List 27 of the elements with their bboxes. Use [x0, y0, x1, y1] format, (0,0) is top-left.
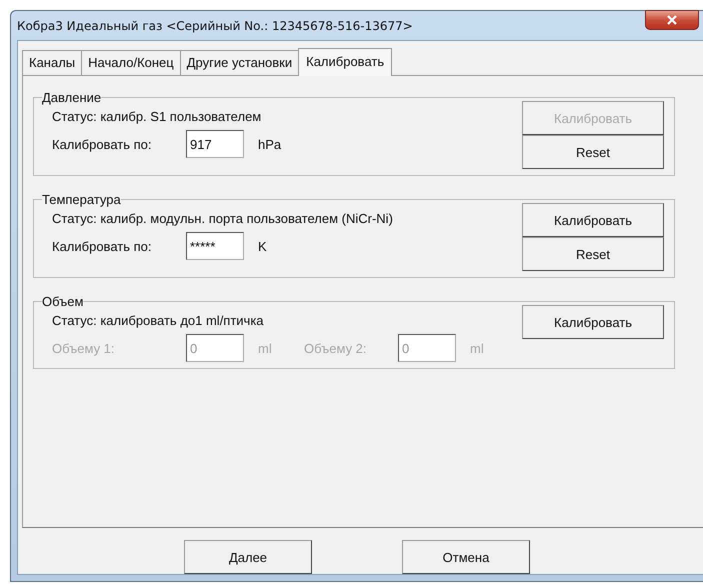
status-text: Статус: калибровать до1 ml/птичка [52, 313, 265, 328]
calibration-button[interactable]: Reset [522, 135, 664, 169]
calibration-button[interactable]: Калибровать [522, 305, 664, 339]
unit-label: K [258, 238, 268, 254]
field-label: Калибровать по: [52, 238, 152, 254]
dialog-button[interactable]: Далее [184, 540, 312, 574]
unit-label: ml [470, 340, 485, 356]
unit-label: ml [258, 340, 273, 356]
value-field[interactable]: ***** [186, 232, 244, 260]
field-label: Объему 2: [304, 340, 368, 356]
unit-label: hPa [258, 136, 282, 152]
window-title: Кобра3 Идеальный газ <Серийный No.: 12345678-516-13677> [17, 18, 413, 32]
calibration-button[interactable]: Reset [522, 237, 664, 271]
value-field[interactable]: 917 [186, 130, 244, 158]
close-button[interactable] [645, 10, 699, 30]
field-label: Калибровать по: [52, 136, 152, 152]
tab[interactable]: Калибровать [298, 48, 392, 76]
close-icon [667, 15, 677, 25]
status-text: Статус: калибр. S1 пользователем [52, 109, 262, 124]
group-title: Объем [42, 294, 84, 309]
group-title: Температура [42, 192, 121, 207]
group-title: Давление [42, 90, 102, 105]
status-text: Статус: калибр. модульн. порта пользователем (NiCr-Ni) [52, 211, 393, 226]
dialog-button[interactable]: Отмена [402, 540, 530, 574]
calibration-button[interactable]: Калибровать [522, 203, 664, 237]
tab[interactable]: Каналы [22, 50, 82, 75]
field-label: Объему 1: [52, 340, 116, 356]
